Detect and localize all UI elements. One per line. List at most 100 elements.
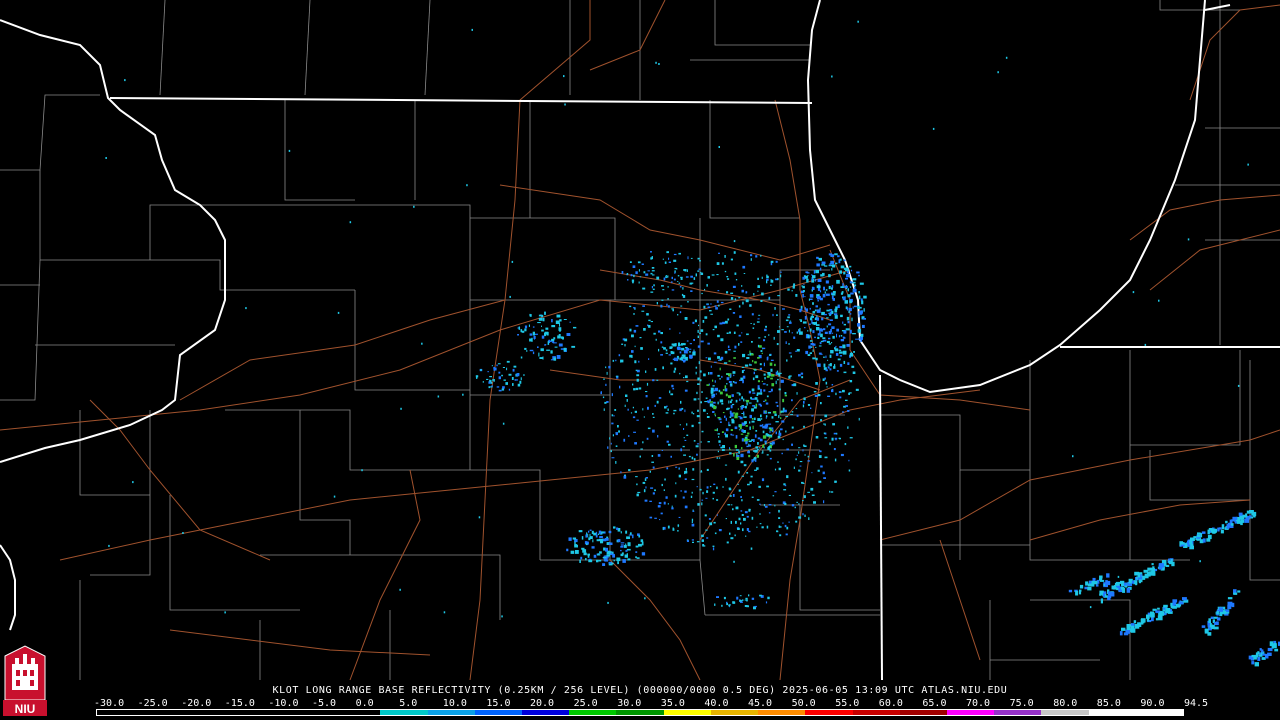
radar-echo bbox=[723, 362, 728, 364]
radar-echo bbox=[775, 401, 778, 404]
radar-echo bbox=[803, 397, 806, 401]
radar-echo bbox=[491, 385, 493, 387]
radar-echo bbox=[754, 397, 758, 400]
radar-echo bbox=[831, 268, 833, 271]
radar-echo bbox=[776, 314, 778, 316]
radar-echo bbox=[740, 433, 744, 435]
radar-echo bbox=[1238, 512, 1243, 516]
radar-echo bbox=[721, 262, 724, 265]
radar-echo bbox=[572, 537, 577, 540]
radar-echo bbox=[788, 329, 790, 333]
radar-echo bbox=[759, 367, 762, 370]
radar-echo bbox=[596, 559, 599, 563]
radar-echo bbox=[739, 379, 742, 381]
radar-echo bbox=[774, 504, 776, 507]
radar-echo bbox=[784, 409, 787, 413]
radar-echo bbox=[691, 478, 695, 481]
radar-echo bbox=[777, 378, 779, 381]
radar-echo bbox=[1210, 616, 1214, 619]
radar-echo bbox=[672, 309, 674, 312]
radar-echo bbox=[1216, 617, 1221, 621]
radar-echo bbox=[675, 482, 677, 485]
radar-echo bbox=[1120, 580, 1125, 584]
radar-echo bbox=[547, 341, 550, 345]
radar-echo bbox=[685, 347, 688, 349]
radar-echo bbox=[816, 263, 820, 267]
radar-echo bbox=[554, 346, 558, 348]
radar-echo bbox=[615, 445, 618, 447]
radar-echo bbox=[762, 450, 764, 453]
radar-echo bbox=[712, 545, 715, 547]
radar-echo bbox=[722, 445, 725, 449]
radar-echo bbox=[437, 395, 440, 398]
radar-echo bbox=[608, 561, 612, 564]
radar-echo bbox=[551, 319, 553, 323]
colorbar bbox=[96, 709, 1184, 716]
radar-echo bbox=[709, 403, 714, 407]
radar-echo bbox=[779, 526, 782, 528]
radar-echo bbox=[652, 429, 655, 433]
radar-echo bbox=[741, 429, 744, 432]
radar-echo bbox=[636, 378, 639, 382]
radar-echo bbox=[735, 279, 738, 281]
radar-echo bbox=[726, 291, 729, 294]
radar-echo bbox=[828, 337, 831, 340]
radar-echo bbox=[770, 284, 772, 286]
radar-echo bbox=[849, 265, 852, 268]
radar-echo bbox=[697, 335, 699, 338]
radar-echo bbox=[709, 372, 713, 375]
radar-echo bbox=[650, 487, 654, 489]
radar-echo bbox=[717, 334, 720, 338]
radar-echo bbox=[747, 354, 750, 356]
radar-echo bbox=[487, 371, 489, 373]
radar-echo bbox=[725, 428, 729, 432]
radar-echo bbox=[796, 501, 798, 503]
radar-echo bbox=[541, 335, 545, 339]
radar-echo bbox=[863, 295, 867, 299]
radar-echo bbox=[670, 346, 673, 349]
radar-echo bbox=[645, 395, 648, 398]
radar-echo bbox=[815, 270, 819, 274]
radar-echo bbox=[783, 489, 787, 491]
radar-echo bbox=[611, 457, 615, 459]
radar-echo bbox=[808, 517, 810, 520]
radar-echo bbox=[762, 435, 767, 439]
colorbar-segment bbox=[1041, 710, 1089, 715]
radar-echo bbox=[673, 412, 675, 415]
radar-echo bbox=[749, 481, 752, 484]
radar-echo bbox=[726, 332, 729, 334]
radar-echo bbox=[765, 423, 769, 427]
radar-echo bbox=[637, 491, 641, 494]
radar-echo bbox=[737, 483, 739, 485]
radar-echo bbox=[757, 357, 760, 359]
radar-echo bbox=[1159, 563, 1164, 568]
radar-echo bbox=[619, 385, 621, 389]
radar-echo bbox=[638, 281, 640, 284]
radar-echo bbox=[791, 426, 794, 429]
radar-echo bbox=[707, 276, 710, 279]
radar-echo bbox=[641, 263, 644, 265]
radar-echo bbox=[699, 488, 702, 491]
radar-echo bbox=[1151, 617, 1154, 622]
radar-echo bbox=[805, 271, 809, 273]
radar-echo bbox=[802, 404, 805, 408]
radar-echo bbox=[679, 408, 682, 412]
radar-echo bbox=[706, 284, 708, 287]
radar-echo bbox=[714, 387, 718, 392]
radar-echo bbox=[845, 277, 848, 280]
radar-echo bbox=[651, 270, 655, 272]
radar-echo bbox=[760, 392, 763, 395]
radar-echo bbox=[556, 314, 561, 318]
radar-echo bbox=[728, 381, 732, 383]
radar-echo bbox=[814, 322, 817, 325]
radar-echo bbox=[828, 323, 832, 326]
radar-echo bbox=[713, 405, 717, 410]
radar-echo bbox=[743, 413, 745, 416]
radar-echo bbox=[750, 396, 752, 400]
radar-echo bbox=[598, 559, 602, 562]
radar-echo bbox=[602, 557, 607, 559]
radar-echo bbox=[399, 588, 401, 591]
radar-echo bbox=[712, 401, 716, 404]
radar-echo bbox=[537, 322, 541, 324]
radar-echo bbox=[740, 522, 742, 525]
